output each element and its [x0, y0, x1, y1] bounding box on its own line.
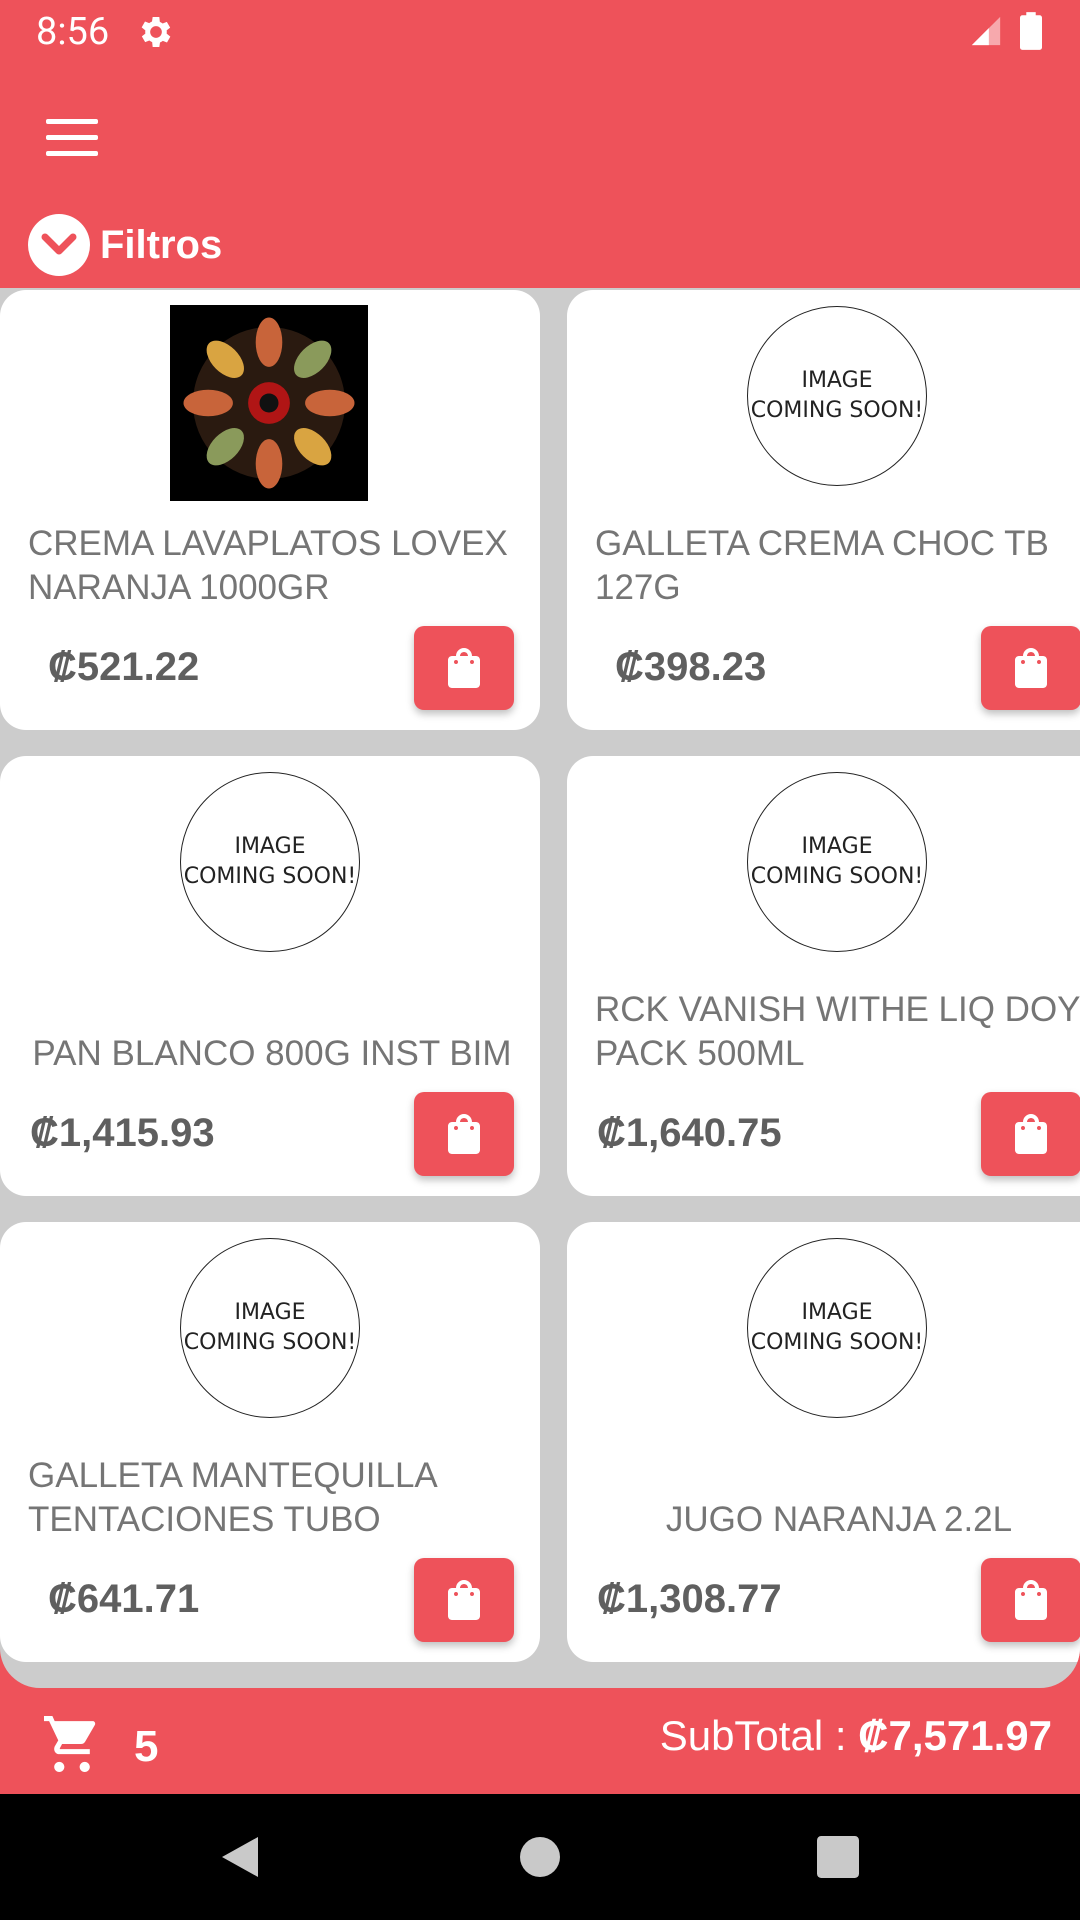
product-name: GALLETA CREMA CHOC TB 127G — [595, 524, 1049, 607]
shopping-bag-icon — [1015, 648, 1047, 688]
add-to-cart-button[interactable] — [414, 1092, 514, 1176]
product-name: CREMA LAVAPLATOS LOVEX NARANJA 1000GR — [28, 524, 508, 607]
cart-count: 5 — [134, 1722, 159, 1771]
battery-icon — [1020, 12, 1042, 50]
cart-icon[interactable] — [40, 1716, 104, 1772]
filters-toggle[interactable]: Filtros — [28, 214, 222, 276]
product-card[interactable]: CREMA LAVAPLATOS LOVEX NARANJA 1000GR ₡5… — [0, 290, 540, 730]
shopping-bag-icon — [1015, 1114, 1047, 1154]
add-to-cart-button[interactable] — [981, 626, 1080, 710]
status-time: 8:56 — [36, 10, 110, 54]
back-icon[interactable] — [180, 1794, 300, 1920]
product-price: ₡1,415.93 — [30, 1111, 215, 1155]
subtotal-value: ₡7,571.97 — [858, 1712, 1052, 1759]
product-name: GALLETA MANTEQUILLA TENTACIONES TUBO — [28, 1456, 436, 1539]
shopping-bag-icon — [448, 1580, 480, 1620]
shopping-bag-icon — [1015, 1580, 1047, 1620]
home-icon[interactable] — [480, 1794, 600, 1920]
product-card[interactable]: IMAGE COMING SOON! PAN BLANCO 800G INST B… — [0, 756, 540, 1196]
recents-icon[interactable] — [778, 1794, 898, 1920]
navigation-bar — [0, 1794, 1080, 1920]
product-card[interactable]: IMAGE COMING SOON! GALLETA CREMA CHOC TB … — [567, 290, 1080, 730]
shopping-bag-icon — [448, 1114, 480, 1154]
product-card[interactable]: IMAGE COMING SOON! RCK VANISH WITHE LIQ D… — [567, 756, 1080, 1196]
product-price: ₡1,640.75 — [597, 1111, 782, 1155]
subtotal-label: SubTotal : — [659, 1712, 859, 1759]
image-placeholder: IMAGE COMING SOON! — [180, 772, 360, 952]
add-to-cart-button[interactable] — [981, 1092, 1080, 1176]
image-placeholder: IMAGE COMING SOON! — [747, 772, 927, 952]
chevron-down-icon — [28, 214, 90, 276]
add-to-cart-button[interactable] — [414, 626, 514, 710]
product-price: ₡1,308.77 — [597, 1577, 782, 1621]
add-to-cart-button[interactable] — [981, 1558, 1080, 1642]
screen: 8:56 Filtros CREMA LAVAPLATOS LOVEX NARA… — [0, 0, 1080, 1920]
menu-icon[interactable] — [46, 119, 98, 159]
image-placeholder: IMAGE COMING SOON! — [180, 1238, 360, 1418]
product-grid: CREMA LAVAPLATOS LOVEX NARANJA 1000GR ₡5… — [0, 288, 1080, 1688]
product-image — [170, 305, 368, 501]
shopping-bag-icon — [448, 648, 480, 688]
product-name: JUGO NARANJA 2.2L — [665, 1500, 1013, 1539]
image-placeholder: IMAGE COMING SOON! — [747, 306, 927, 486]
subtotal: SubTotal : ₡7,571.97 — [660, 1712, 1052, 1760]
product-price: ₡521.22 — [48, 645, 200, 689]
add-to-cart-button[interactable] — [414, 1558, 514, 1642]
filters-label: Filtros — [100, 222, 223, 267]
signal-icon — [971, 16, 1001, 46]
product-price: ₡641.71 — [48, 1577, 200, 1621]
product-price: ₡398.23 — [615, 645, 767, 689]
cart-bar: 5 SubTotal : ₡7,571.97 — [0, 1688, 1080, 1794]
image-placeholder: IMAGE COMING SOON! — [747, 1238, 927, 1418]
gear-icon — [141, 17, 171, 47]
status-bar: 8:56 — [0, 0, 1080, 64]
app-bar: Filtros — [0, 64, 1080, 289]
product-card[interactable]: IMAGE COMING SOON! JUGO NARANJA 2.2L ₡1,3… — [567, 1222, 1080, 1662]
product-name: PAN BLANCO 800G INST BIM — [32, 1034, 512, 1073]
product-card[interactable]: IMAGE COMING SOON! GALLETA MANTEQUILLA TE… — [0, 1222, 540, 1662]
product-name: RCK VANISH WITHE LIQ DOY PACK 500ML — [595, 990, 1080, 1073]
